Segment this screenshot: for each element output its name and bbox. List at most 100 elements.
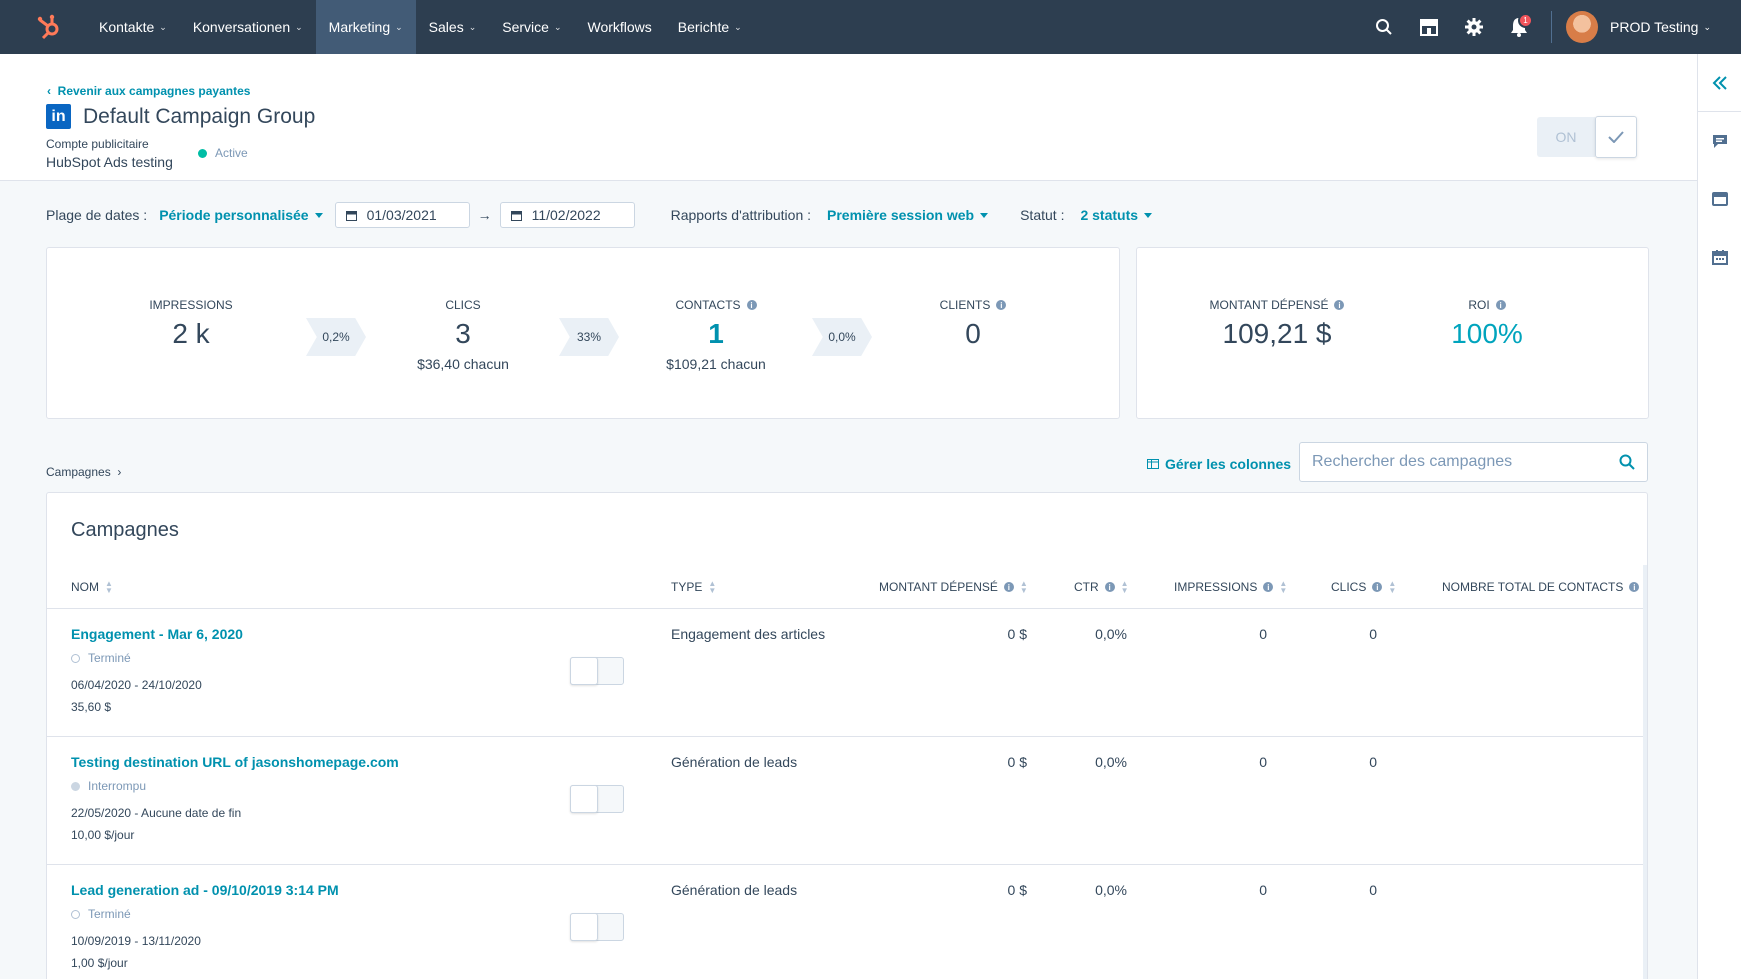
avatar[interactable] bbox=[1566, 11, 1598, 43]
status-filter-dropdown[interactable]: 2 statuts bbox=[1080, 207, 1153, 223]
account-menu[interactable]: PROD Testing ⌄ bbox=[1610, 19, 1711, 35]
campaign-name-link[interactable]: Engagement - Mar 6, 2020 bbox=[71, 626, 243, 642]
right-sidebar bbox=[1697, 54, 1741, 979]
clicks-stat: CLICS 3 $36,40 chacun bbox=[403, 298, 523, 372]
search-icon[interactable] bbox=[1619, 454, 1635, 470]
roi-stat: ROI i 100% bbox=[1437, 298, 1537, 350]
start-date-input[interactable]: 01/03/2021 bbox=[334, 202, 470, 228]
impressions-label: IMPRESSIONS bbox=[149, 298, 233, 312]
nav-marketing[interactable]: Marketing ⌄ bbox=[315, 0, 416, 54]
column-header-spent[interactable]: MONTANT DÉPENSÉ i ▲ ▼ bbox=[879, 579, 1028, 595]
column-header-ctr[interactable]: CTR i ▲ ▼ bbox=[1074, 580, 1129, 595]
campaign-name-link[interactable]: Lead generation ad - 09/10/2019 3:14 PM bbox=[71, 882, 339, 898]
customers-label: CLIENTS bbox=[939, 298, 991, 312]
ad-account-name: HubSpot Ads testing bbox=[46, 154, 173, 170]
caret-down-icon bbox=[1144, 212, 1153, 218]
collapse-icon[interactable] bbox=[1698, 54, 1741, 112]
campaign-status: Terminé bbox=[71, 907, 131, 921]
column-header-name-label: NOM bbox=[71, 580, 99, 594]
nav-kontakte[interactable]: Kontakte ⌄ bbox=[86, 0, 180, 54]
checkmark-icon bbox=[1595, 116, 1637, 158]
nav-divider bbox=[1551, 11, 1552, 43]
nav-service[interactable]: Service ⌄ bbox=[489, 0, 574, 54]
calendar-icon[interactable] bbox=[1698, 228, 1741, 286]
bell-icon[interactable]: 1 bbox=[1496, 0, 1541, 54]
end-date-input[interactable]: 11/02/2022 bbox=[499, 202, 635, 228]
calendar-icon bbox=[510, 210, 522, 221]
hubspot-logo-icon[interactable] bbox=[22, 0, 76, 54]
roi-value: 100% bbox=[1451, 318, 1523, 349]
column-header-clicks-label: CLICS bbox=[1331, 580, 1367, 594]
status-filter-label: Statut : bbox=[1020, 207, 1065, 223]
campaign-type: Génération de leads bbox=[671, 882, 798, 898]
date-range-dropdown[interactable]: Période personnalisée bbox=[159, 207, 323, 223]
campaign-toggle[interactable] bbox=[570, 657, 624, 685]
attribution-dropdown[interactable]: Première session web bbox=[827, 207, 989, 223]
nav-konversationen[interactable]: Konversationen ⌄ bbox=[180, 0, 316, 54]
back-link[interactable]: ‹ Revenir aux campagnes payantes bbox=[47, 84, 250, 98]
date-range-label: Plage de dates : bbox=[46, 207, 148, 223]
clicks-cost: $36,40 chacun bbox=[417, 356, 509, 372]
info-icon[interactable]: i bbox=[746, 300, 757, 310]
column-header-type[interactable]: TYPE ▲ ▼ bbox=[671, 580, 716, 595]
column-header-clicks[interactable]: CLICS i ▲ ▼ bbox=[1331, 580, 1396, 595]
info-icon[interactable]: i bbox=[1495, 300, 1506, 310]
toggle-on-label: ON bbox=[1537, 117, 1595, 157]
campaign-toggle[interactable] bbox=[570, 785, 624, 813]
chat-icon[interactable] bbox=[1698, 112, 1741, 170]
nav-workflows[interactable]: Workflows bbox=[574, 0, 664, 54]
status-label: Active bbox=[215, 146, 248, 160]
impressions-value: 2 k bbox=[172, 318, 210, 349]
campaign-clicks: 0 bbox=[1369, 626, 1377, 642]
chevron-down-icon: ⌄ bbox=[295, 21, 303, 32]
spent-stat: MONTANT DÉPENSÉ i 109,21 $ bbox=[1197, 298, 1357, 350]
table-row: Testing destination URL of jasonshomepag… bbox=[47, 737, 1643, 865]
nav-berichte[interactable]: Berichte ⌄ bbox=[665, 0, 755, 54]
marketplace-icon[interactable] bbox=[1406, 0, 1451, 54]
column-header-impressions[interactable]: IMPRESSIONS i ▲ ▼ bbox=[1174, 580, 1287, 595]
nav-kontakte-label: Kontakte bbox=[99, 19, 155, 35]
info-icon: i bbox=[1629, 582, 1640, 592]
campaign-name-link[interactable]: Testing destination URL of jasonshomepag… bbox=[71, 754, 399, 770]
search-input[interactable] bbox=[1312, 453, 1619, 471]
customers-value: 0 bbox=[965, 318, 981, 349]
info-icon: i bbox=[1372, 582, 1383, 592]
manage-columns-button[interactable]: Gérer les colonnes bbox=[1147, 456, 1291, 472]
roi-label: ROI bbox=[1468, 298, 1490, 312]
impressions-stat: IMPRESSIONS 2 k bbox=[131, 298, 251, 350]
nav-sales[interactable]: Sales ⌄ bbox=[416, 0, 490, 54]
conversion-rate-2: 33% bbox=[559, 318, 619, 356]
campaign-ctr: 0,0% bbox=[1095, 626, 1127, 642]
contacts-value[interactable]: 1 bbox=[651, 318, 781, 350]
column-header-type-label: TYPE bbox=[671, 580, 703, 594]
column-header-total-contacts[interactable]: NOMBRE TOTAL DE CONTACTS i bbox=[1442, 580, 1640, 594]
column-header-name[interactable]: NOM ▲ ▼ bbox=[71, 580, 113, 595]
campaign-budget: 1,00 $/jour bbox=[71, 956, 128, 970]
gear-icon[interactable] bbox=[1451, 0, 1496, 54]
chevron-right-icon: › bbox=[110, 465, 122, 479]
contacts-label: CONTACTS bbox=[675, 298, 741, 312]
campaign-status: Terminé bbox=[71, 651, 131, 665]
contacts-cost: $109,21 chacun bbox=[666, 356, 766, 372]
chevron-down-icon: ⌄ bbox=[553, 21, 562, 32]
clicks-value: 3 bbox=[455, 318, 471, 349]
end-date-value: 11/02/2022 bbox=[531, 207, 601, 223]
conversion-rate-1: 0,2% bbox=[306, 318, 366, 356]
info-icon[interactable]: i bbox=[1334, 300, 1345, 310]
top-navigation: Kontakte ⌄ Konversationen ⌄ Marketing ⌄ Sal… bbox=[0, 0, 1741, 54]
campaign-status: Interrompu bbox=[71, 779, 146, 793]
info-icon[interactable]: i bbox=[996, 300, 1007, 310]
sort-icon: ▲ ▼ bbox=[1019, 579, 1028, 595]
chevron-down-icon: ⌄ bbox=[1703, 21, 1711, 32]
campaign-group-toggle[interactable]: ON bbox=[1537, 116, 1637, 158]
campaign-toggle[interactable] bbox=[570, 913, 624, 941]
spent-label: MONTANT DÉPENSÉ bbox=[1209, 298, 1329, 312]
status-dot-icon bbox=[71, 781, 80, 791]
horizontal-scroll-track[interactable] bbox=[1643, 565, 1647, 979]
attribution-label: Rapports d'attribution : bbox=[670, 207, 812, 223]
nav-konversationen-label: Konversationen bbox=[192, 19, 291, 35]
card-icon[interactable] bbox=[1698, 170, 1741, 228]
breadcrumb[interactable]: Campagnes › bbox=[46, 465, 121, 479]
search-icon[interactable] bbox=[1361, 0, 1406, 54]
contacts-label-wrap: CONTACTS i bbox=[651, 298, 781, 312]
